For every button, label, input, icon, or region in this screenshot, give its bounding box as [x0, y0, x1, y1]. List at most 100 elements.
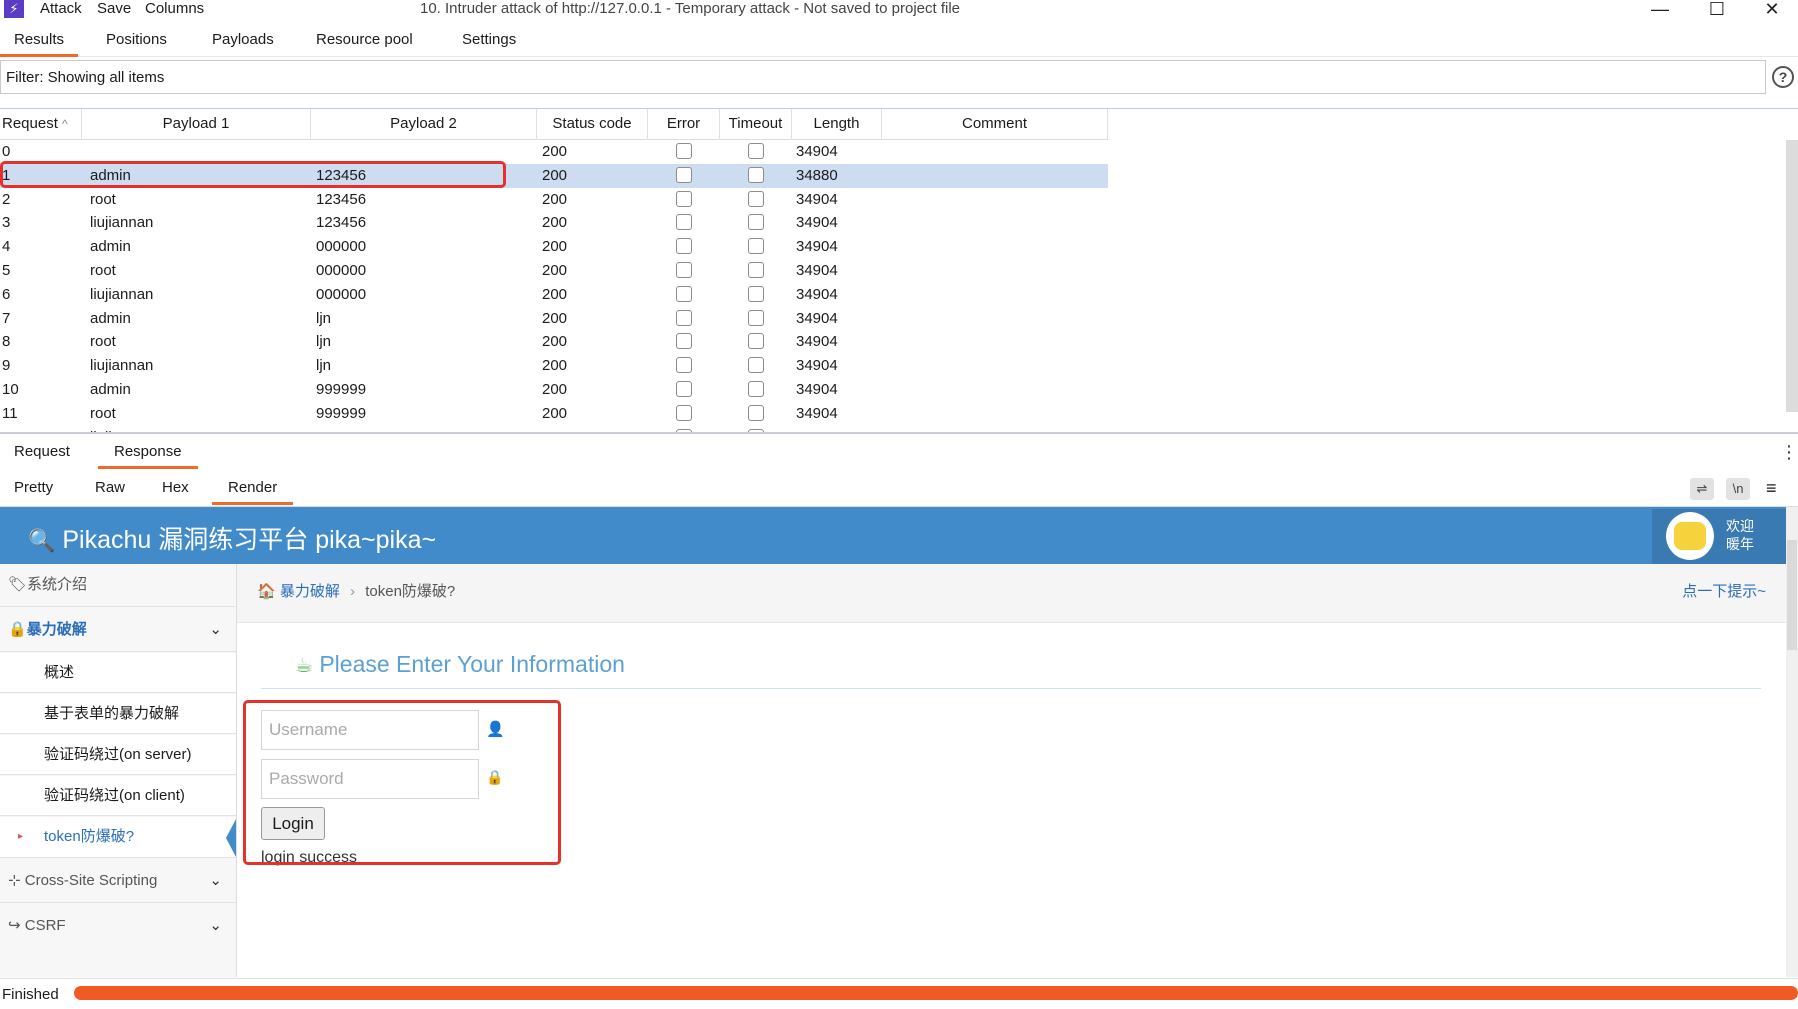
- header-status-code[interactable]: Status code: [537, 109, 648, 139]
- sidebar-subitem-form-brute[interactable]: 基于表单的暴力破解: [0, 694, 236, 734]
- form-highlight-annotation: [243, 700, 561, 865]
- error-checkbox[interactable]: [676, 214, 692, 231]
- cell-request: 3: [2, 214, 11, 232]
- timeout-checkbox[interactable]: [748, 404, 764, 421]
- error-checkbox[interactable]: [676, 285, 692, 302]
- header-timeout[interactable]: Timeout: [720, 109, 792, 139]
- tab-positions[interactable]: Positions: [106, 26, 167, 54]
- table-row[interactable]: 6 liujiannan 000000 200 34904: [0, 283, 1108, 307]
- sidebar-subitem-captcha-server[interactable]: 验证码绕过(on server): [0, 735, 236, 775]
- tab-request[interactable]: Request: [14, 438, 70, 466]
- chevron-down-icon: ⌄: [209, 917, 222, 934]
- sidebar-item-xss[interactable]: ⊹ Cross-Site Scripting ⌄: [0, 859, 236, 903]
- menu-icon[interactable]: ≡: [1766, 478, 1777, 499]
- cell-payload-1: root: [90, 190, 116, 208]
- cell-request: 6: [2, 285, 11, 303]
- timeout-checkbox[interactable]: [748, 357, 764, 374]
- pikachu-title: 🔍 Pikachu 漏洞练习平台 pika~pika~: [28, 526, 437, 554]
- breadcrumb-link-brute[interactable]: 暴力破解: [280, 583, 340, 600]
- error-checkbox[interactable]: [676, 166, 692, 183]
- cell-length: 34904: [796, 285, 838, 303]
- render-scroll-thumb[interactable]: [1787, 540, 1797, 650]
- error-checkbox[interactable]: [676, 404, 692, 421]
- minimize-button[interactable]: —: [1640, 0, 1680, 20]
- cell-request: 10: [2, 381, 19, 398]
- header-payload-1[interactable]: Payload 1: [82, 109, 311, 139]
- filter-bar[interactable]: Filter: Showing all items: [0, 60, 1766, 94]
- table-row[interactable]: 9 liujiannan ljn 200 34904: [0, 354, 1108, 378]
- timeout-checkbox[interactable]: [748, 214, 764, 231]
- sidebar-item-system-intro[interactable]: 🏷系统介绍: [0, 564, 236, 607]
- close-button[interactable]: ✕: [1752, 0, 1792, 20]
- tab-raw[interactable]: Raw: [95, 474, 125, 502]
- error-checkbox[interactable]: [676, 309, 692, 326]
- more-options-icon[interactable]: ⋮: [1780, 442, 1798, 463]
- sidebar-item-brute-force[interactable]: 🔒暴力破解 ⌄: [0, 608, 236, 652]
- table-row[interactable]: 10 admin 999999 200 34904: [0, 378, 1108, 402]
- sidebar-subitem-captcha-client[interactable]: 验证码绕过(on client): [0, 776, 236, 816]
- tab-results[interactable]: Results: [0, 26, 79, 57]
- tab-payloads[interactable]: Payloads: [212, 26, 274, 54]
- table-scrollbar[interactable]: [1786, 140, 1798, 412]
- help-icon[interactable]: ?: [1772, 66, 1794, 88]
- error-checkbox[interactable]: [676, 238, 692, 255]
- error-checkbox[interactable]: [676, 357, 692, 374]
- header-comment[interactable]: Comment: [882, 109, 1108, 139]
- timeout-checkbox[interactable]: [748, 143, 764, 159]
- cell-status-code: 200: [542, 404, 568, 422]
- cell-payload-1: admin: [90, 238, 131, 256]
- pikachu-sidebar: 🏷系统介绍 🔒暴力破解 ⌄ 概述 基于表单的暴力破解 验证码绕过(on serv…: [0, 564, 237, 977]
- newline-icon[interactable]: \n: [1726, 478, 1750, 500]
- timeout-checkbox[interactable]: [748, 166, 764, 183]
- header-payload-2[interactable]: Payload 2: [311, 109, 537, 139]
- table-row[interactable]: 3 liujiannan 123456 200 34904: [0, 211, 1108, 235]
- header-length[interactable]: Length: [792, 109, 882, 139]
- header-request[interactable]: Request ^: [0, 109, 82, 139]
- error-checkbox[interactable]: [676, 262, 692, 278]
- table-row[interactable]: 7 admin ljn 200 34904: [0, 307, 1108, 331]
- tab-resource-pool[interactable]: Resource pool: [316, 26, 413, 54]
- timeout-checkbox[interactable]: [748, 333, 764, 350]
- hint-link[interactable]: 点一下提示~: [1682, 580, 1766, 601]
- tab-response[interactable]: Response: [98, 438, 198, 469]
- error-checkbox[interactable]: [676, 381, 692, 397]
- cell-length: 34904: [796, 404, 838, 422]
- tab-pretty[interactable]: Pretty: [14, 474, 53, 502]
- sidebar-item-csrf[interactable]: ↪ CSRF ⌄: [0, 904, 236, 948]
- xss-icon: ⊹: [8, 872, 21, 889]
- sidebar-subitem-token[interactable]: ▸ token防爆破?: [0, 817, 236, 858]
- maximize-button[interactable]: ☐: [1697, 0, 1737, 20]
- tab-settings[interactable]: Settings: [462, 26, 516, 54]
- cell-request: 0: [2, 143, 11, 160]
- table-row[interactable]: 4 admin 000000 200 34904: [0, 235, 1108, 259]
- cell-payload-1: root: [90, 404, 116, 422]
- pane-divider[interactable]: [0, 432, 1798, 434]
- table-row[interactable]: 2 root 123456 200 34904: [0, 188, 1108, 212]
- cell-length: 34904: [796, 143, 838, 160]
- timeout-checkbox[interactable]: [748, 285, 764, 302]
- tab-render[interactable]: Render: [212, 474, 294, 505]
- wrap-lines-icon[interactable]: ⇌: [1690, 478, 1714, 500]
- header-error[interactable]: Error: [648, 109, 720, 139]
- timeout-checkbox[interactable]: [748, 238, 764, 255]
- timeout-checkbox[interactable]: [748, 262, 764, 278]
- table-row[interactable]: 8 root ljn 200 34904: [0, 330, 1108, 354]
- cell-payload-2: 123456: [316, 190, 367, 208]
- error-checkbox[interactable]: [676, 333, 692, 350]
- menu-save[interactable]: Save: [97, 0, 131, 18]
- tab-hex[interactable]: Hex: [162, 474, 189, 502]
- error-checkbox[interactable]: [676, 190, 692, 207]
- section-divider: [261, 688, 1761, 689]
- timeout-checkbox[interactable]: [748, 309, 764, 326]
- menu-attack[interactable]: Attack: [40, 0, 82, 18]
- timeout-checkbox[interactable]: [748, 381, 764, 397]
- table-row[interactable]: 5 root 000000 200 34904: [0, 259, 1108, 283]
- sidebar-subitem-overview[interactable]: 概述: [0, 653, 236, 693]
- progress-bar: [74, 986, 1798, 1000]
- user-area[interactable]: 欢迎 暖年: [1652, 509, 1786, 564]
- error-checkbox[interactable]: [676, 143, 692, 159]
- cell-payload-1: root: [90, 262, 116, 279]
- results-table: Request ^ Payload 1 Payload 2 Status cod…: [0, 108, 1798, 433]
- timeout-checkbox[interactable]: [748, 190, 764, 207]
- table-row[interactable]: 11 root 999999 200 34904: [0, 402, 1108, 426]
